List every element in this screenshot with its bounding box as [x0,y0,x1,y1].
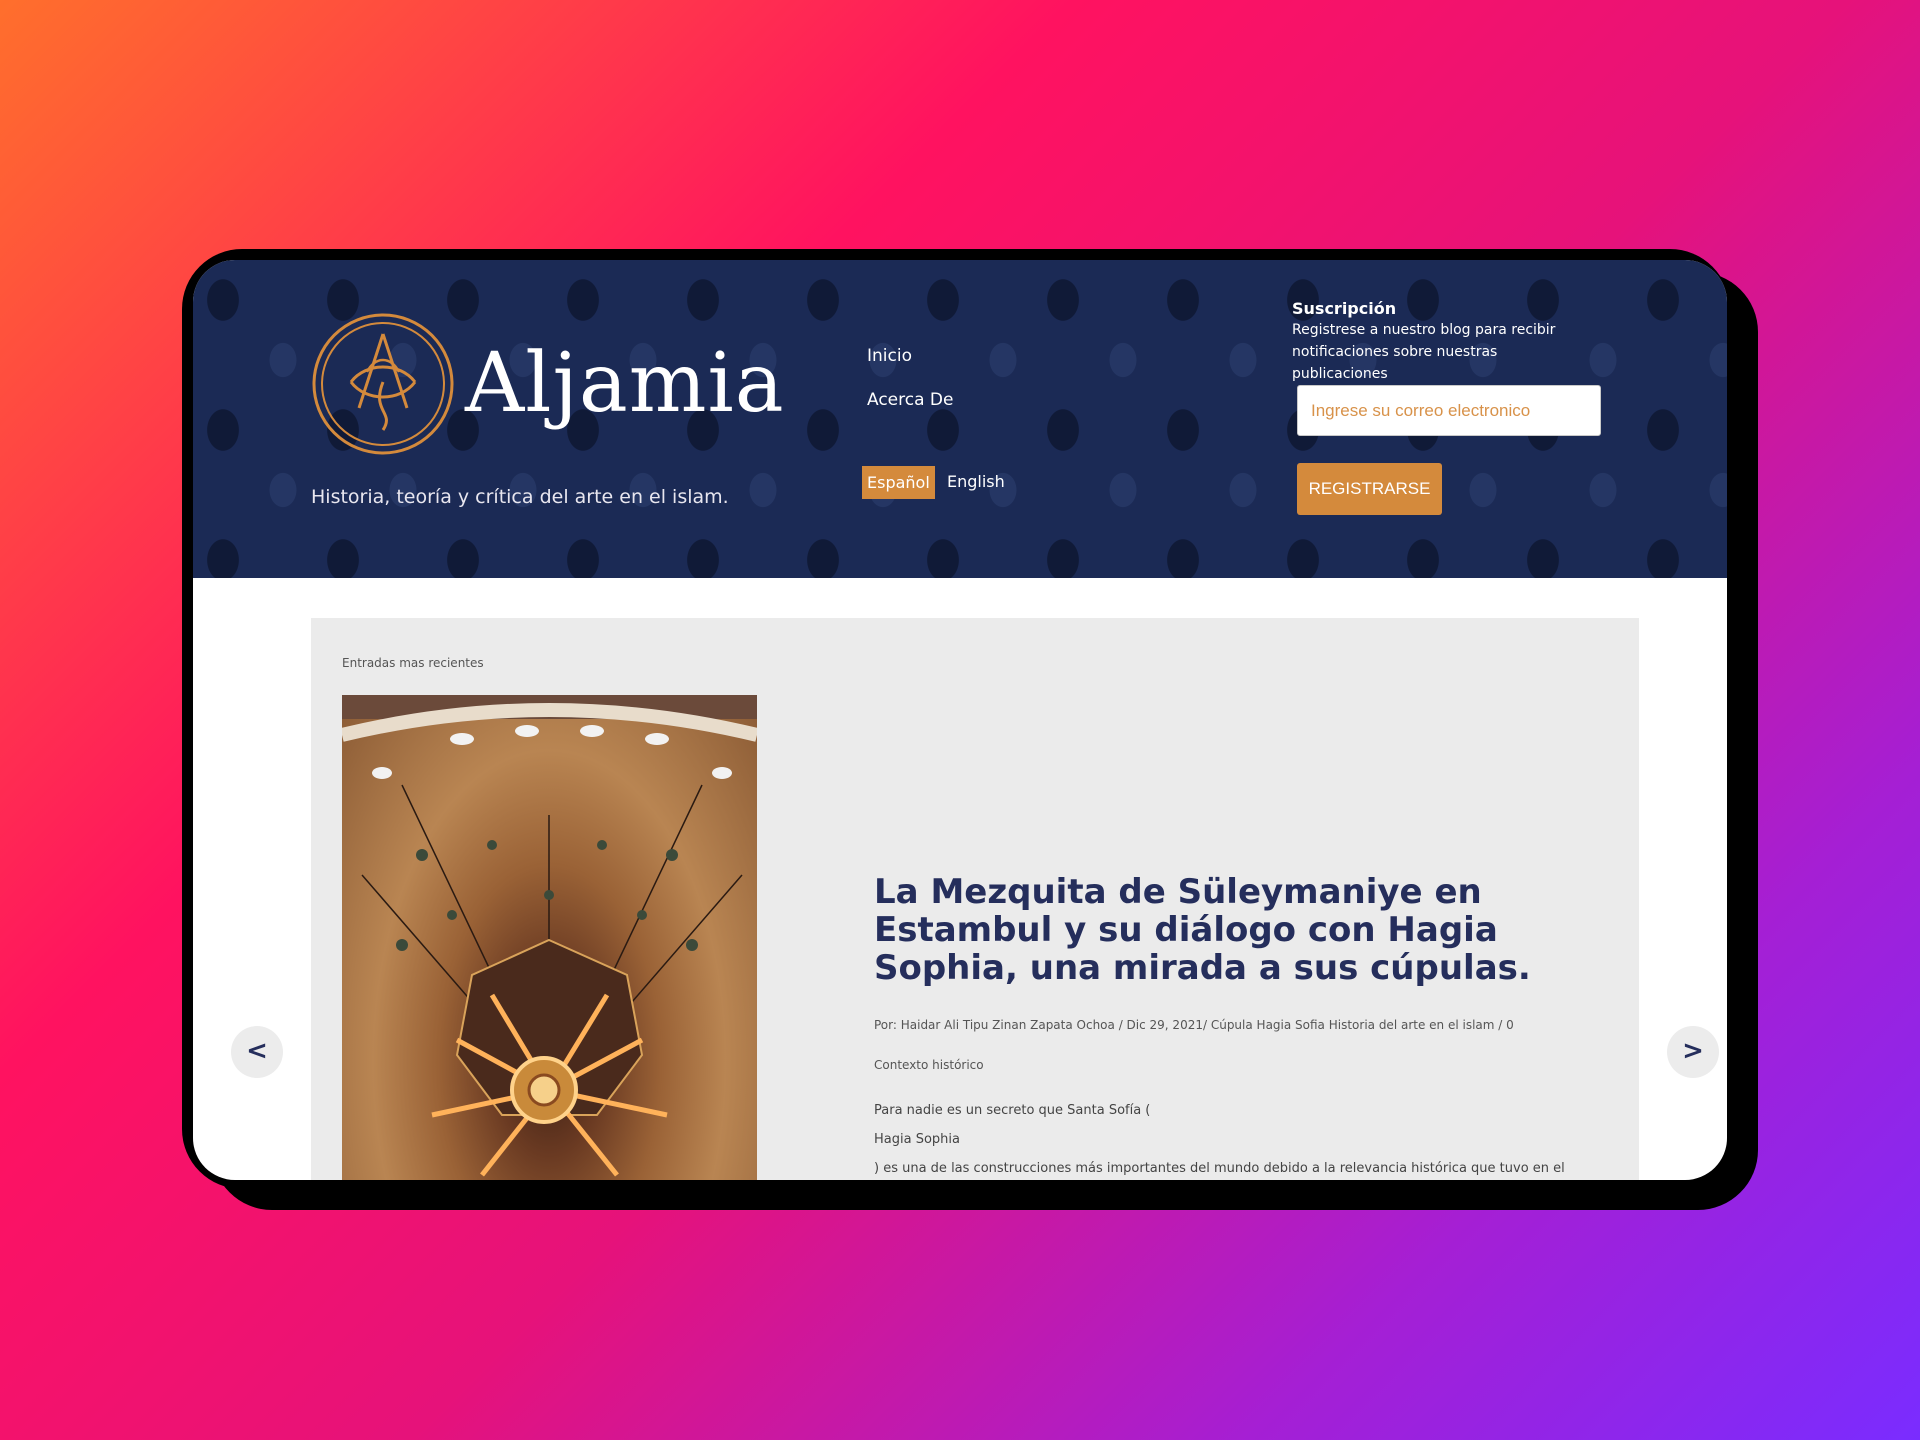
email-input[interactable] [1297,385,1601,436]
chevron-right-icon[interactable]: > [1667,1026,1719,1078]
post-title[interactable]: La Mezquita de Süleymaniye en Estambul y… [874,873,1634,987]
nav-item-acerca-de[interactable]: Acerca De [867,390,953,410]
post-section-heading: Contexto histórico [874,1058,984,1072]
site-header: Aljamia Historia, teoría y crítica del a… [193,260,1727,578]
register-button[interactable]: REGISTRARSE [1297,463,1442,515]
browser-screen: Aljamia Historia, teoría y crítica del a… [193,260,1727,1180]
section-label: Entradas mas recientes [342,656,484,670]
recent-posts-panel: Entradas mas recientes La Mezquita de Sü… [311,618,1639,1180]
language-english-button[interactable]: English [947,472,1005,491]
post-excerpt-line: Hagia Sophia [874,1132,960,1147]
post-meta: Por: Haidar Ali Tipu Zinan Zapata Ochoa … [874,1018,1514,1032]
post-image[interactable] [342,695,757,1180]
brand-tagline: Historia, teoría y crítica del arte en e… [311,486,729,508]
nav-item-inicio[interactable]: Inicio [867,346,912,366]
subscription-title: Suscripción [1292,299,1397,318]
brand-name[interactable]: Aljamia [465,336,785,431]
subscription-description: Registrese a nuestro blog para recibir n… [1292,322,1556,382]
post-excerpt-line: ) es una de las construcciones más impor… [874,1161,1565,1176]
language-espanol-button[interactable]: Español [862,466,935,499]
chevron-left-icon[interactable]: < [231,1026,283,1078]
post-excerpt-line: Para nadie es un secreto que Santa Sofía… [874,1103,1151,1118]
aljamia-calligraphy-logo-icon[interactable] [311,312,455,456]
